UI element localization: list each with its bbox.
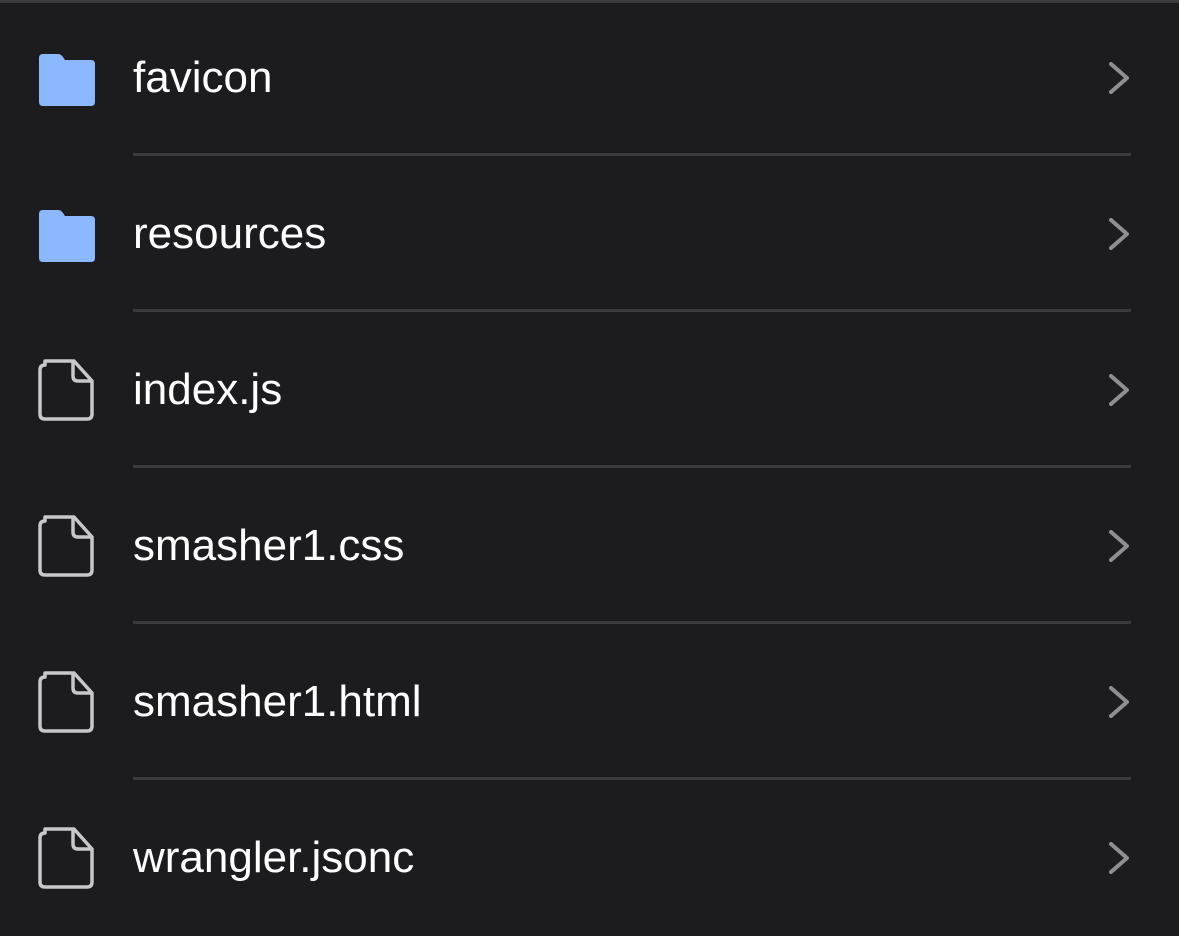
list-item-label: wrangler.jsonc xyxy=(133,833,415,882)
list-item-label: resources xyxy=(133,209,327,258)
folder-icon xyxy=(36,200,98,266)
list-item-smasher1-html[interactable]: smasher1.html xyxy=(0,624,1179,780)
document-icon xyxy=(36,356,98,422)
list-item-favicon[interactable]: favicon xyxy=(0,0,1179,156)
folder-icon xyxy=(36,44,98,110)
chevron-right-icon xyxy=(1106,373,1132,407)
list-item-label: favicon xyxy=(133,53,273,102)
chevron-right-icon xyxy=(1106,529,1132,563)
chevron-right-icon xyxy=(1106,61,1132,95)
document-icon xyxy=(36,824,98,890)
list-item-index-js[interactable]: index.js xyxy=(0,312,1179,468)
chevron-right-icon xyxy=(1106,841,1132,875)
list-item-resources[interactable]: resources xyxy=(0,156,1179,312)
list-item-wrangler-jsonc[interactable]: wrangler.jsonc xyxy=(0,780,1179,936)
chevron-right-icon xyxy=(1106,685,1132,719)
list-item-label: index.js xyxy=(133,365,283,414)
list-item-label: smasher1.html xyxy=(133,677,422,726)
document-icon xyxy=(36,668,98,734)
list-item-smasher1-css[interactable]: smasher1.css xyxy=(0,468,1179,624)
chevron-right-icon xyxy=(1106,217,1132,251)
document-icon xyxy=(36,512,98,578)
list-item-label: smasher1.css xyxy=(133,521,405,570)
